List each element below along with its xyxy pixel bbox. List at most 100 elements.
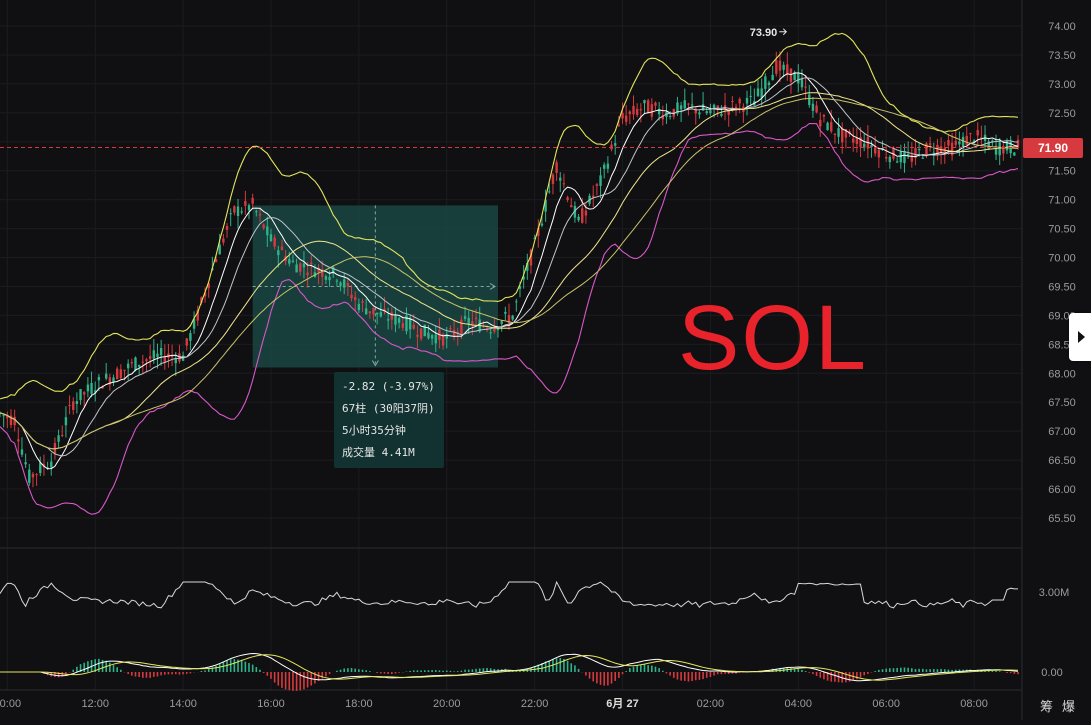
measure-change: -2.82 (-3.97%) bbox=[342, 380, 435, 393]
candle-body bbox=[335, 280, 339, 282]
candle-body bbox=[606, 163, 610, 169]
candle-body bbox=[998, 142, 1001, 156]
time-tick-label: 04:00 bbox=[785, 698, 813, 710]
candlestick-chart[interactable]: 65.50 66.00 66.50 67.00 67.50 68.00 68.50 69.00… bbox=[0, 0, 1091, 720]
candle-body bbox=[152, 350, 155, 359]
candle-body bbox=[584, 210, 588, 216]
candle-body bbox=[474, 317, 478, 320]
candle-body bbox=[540, 223, 544, 226]
candle-body bbox=[958, 141, 961, 145]
candle-body bbox=[646, 100, 650, 114]
candle-body bbox=[280, 246, 284, 250]
price-tick-label: 68.00 bbox=[1048, 368, 1076, 380]
price-tick-label: 74.00 bbox=[1048, 21, 1076, 33]
measure-duration: 5小时35分钟 bbox=[342, 424, 406, 437]
candle-body bbox=[361, 301, 364, 303]
candle-body bbox=[397, 318, 401, 323]
expand-panel-button[interactable] bbox=[1069, 313, 1091, 361]
candle-body bbox=[20, 449, 24, 455]
candle-body bbox=[2, 415, 5, 417]
candle-body bbox=[610, 144, 613, 150]
candle-body bbox=[570, 205, 573, 208]
candle-body bbox=[731, 100, 734, 102]
chart-canvas[interactable]: 65.5066.0066.5067.0067.5068.0068.5069.00… bbox=[0, 0, 1091, 720]
candle-body bbox=[679, 105, 683, 110]
candle-body bbox=[624, 115, 628, 122]
candle-body bbox=[698, 112, 701, 115]
candle-body bbox=[738, 98, 741, 104]
candle-body bbox=[687, 103, 690, 105]
candle-body bbox=[830, 122, 833, 132]
candle-body bbox=[903, 151, 906, 164]
candle-body bbox=[255, 211, 258, 213]
candle-body bbox=[339, 282, 342, 286]
candle-body bbox=[852, 138, 855, 143]
candle-body bbox=[954, 140, 957, 145]
candle-body bbox=[749, 95, 752, 97]
last-price-label: 71.90 bbox=[1023, 137, 1083, 158]
candle-body bbox=[236, 206, 240, 216]
time-tick-label: 18:00 bbox=[345, 698, 373, 710]
price-tick-label: 66.00 bbox=[1048, 484, 1076, 496]
price-tick-label: 67.50 bbox=[1048, 397, 1076, 409]
candle-body bbox=[31, 473, 35, 478]
time-tick-label: 22:00 bbox=[521, 698, 549, 710]
time-tick-label: 20:00 bbox=[433, 698, 461, 710]
candle-body bbox=[90, 383, 93, 394]
candle-body bbox=[976, 130, 979, 136]
time-tick-label: 02:00 bbox=[697, 698, 725, 710]
candle-body bbox=[159, 347, 163, 356]
high-price-label: 73.90 bbox=[750, 27, 778, 39]
candle-body bbox=[782, 64, 785, 70]
candle-body bbox=[548, 191, 551, 193]
candle-body bbox=[343, 279, 346, 288]
candle-body bbox=[613, 143, 617, 146]
candle-body bbox=[68, 404, 71, 407]
candle-body bbox=[771, 74, 774, 81]
candle-body bbox=[266, 226, 269, 236]
candle-body bbox=[299, 263, 302, 272]
candle-body bbox=[463, 316, 467, 319]
candle-body bbox=[917, 149, 921, 151]
candle-body bbox=[218, 244, 221, 255]
candle-body bbox=[855, 137, 859, 145]
candle-body bbox=[75, 401, 79, 404]
candle-body bbox=[496, 328, 500, 331]
time-tick-label: 12:00 bbox=[81, 698, 109, 710]
candle-body bbox=[449, 328, 452, 330]
candle-body bbox=[412, 324, 415, 329]
candle-body bbox=[28, 469, 31, 483]
indicator-shortcuts[interactable]: 筹爆 bbox=[1040, 696, 1084, 715]
candle-body bbox=[244, 200, 247, 206]
candle-body bbox=[379, 312, 383, 317]
candle-body bbox=[837, 128, 840, 137]
time-tick-label: 16:00 bbox=[257, 698, 285, 710]
candle-body bbox=[170, 355, 174, 357]
candle-body bbox=[24, 462, 27, 465]
candle-body bbox=[789, 68, 793, 82]
candle-body bbox=[277, 250, 280, 256]
candle-body bbox=[947, 139, 950, 146]
candle-body bbox=[273, 237, 276, 247]
symbol-watermark: SOL bbox=[678, 287, 869, 389]
candle-body bbox=[288, 259, 291, 264]
candle-body bbox=[668, 115, 672, 117]
price-tick-label: 73.00 bbox=[1048, 79, 1076, 91]
candle-body bbox=[603, 164, 606, 169]
candle-body bbox=[709, 110, 712, 114]
candle-body bbox=[1013, 152, 1016, 156]
price-tick-label: 65.50 bbox=[1048, 513, 1076, 525]
candle-body bbox=[434, 334, 437, 344]
candle-body bbox=[430, 335, 434, 339]
candle-body bbox=[562, 183, 566, 185]
candle-body bbox=[225, 225, 229, 230]
candle-body bbox=[632, 105, 635, 115]
candle-body bbox=[375, 312, 379, 315]
candle-body bbox=[233, 206, 236, 213]
candle-body bbox=[390, 312, 394, 320]
candle-body bbox=[778, 60, 782, 71]
candle-body bbox=[577, 216, 580, 221]
candle-body bbox=[137, 364, 141, 367]
candle-body bbox=[247, 205, 251, 211]
candle-body bbox=[79, 389, 82, 401]
